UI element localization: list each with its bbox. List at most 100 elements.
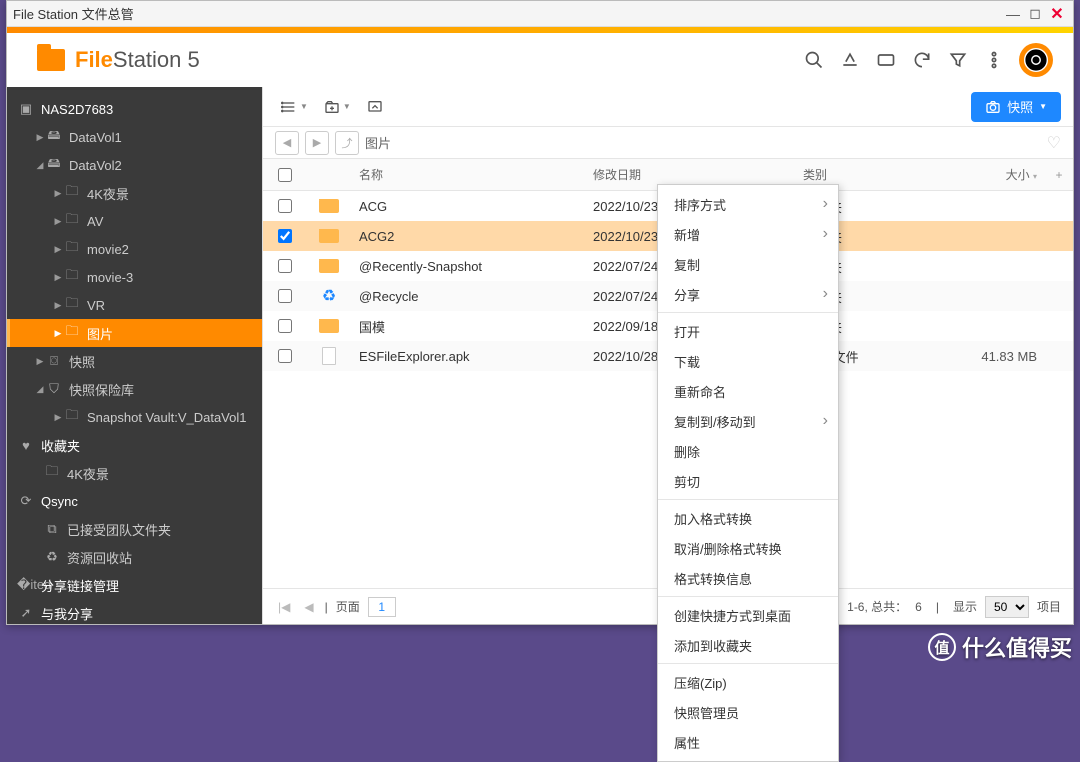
- row-checkbox[interactable]: [278, 199, 292, 213]
- filter-button[interactable]: [943, 45, 973, 75]
- window-title: File Station 文件总管: [13, 4, 134, 23]
- col-size[interactable]: 大小: [1006, 168, 1030, 182]
- row-checkbox[interactable]: [278, 319, 292, 333]
- file-name: 国模: [351, 317, 585, 336]
- vault-item[interactable]: ◢⛉快照保险库: [7, 375, 262, 403]
- heart-icon: ♥: [17, 438, 35, 453]
- sidebar: ▣ NAS2D7683 ▶ 🖴 DataVol1 ◢ 🖴 DataVol2 ▶🗀…: [7, 87, 262, 624]
- nav-forward-button[interactable]: ▶: [305, 131, 329, 155]
- create-button[interactable]: ▼: [318, 93, 357, 121]
- menu-item[interactable]: 复制: [658, 249, 838, 279]
- folder-icon: 🗀: [63, 238, 81, 260]
- camera-icon: ⌼: [45, 353, 63, 369]
- menu-item[interactable]: 快照管理员: [658, 697, 838, 727]
- col-name[interactable]: 名称: [351, 166, 585, 183]
- qsync-team[interactable]: ⧉已接受团队文件夹: [7, 515, 262, 543]
- shared-with-me[interactable]: ➚与我分享: [7, 599, 262, 624]
- search-button[interactable]: [799, 45, 829, 75]
- row-checkbox[interactable]: [278, 229, 292, 243]
- team-icon: ⧉: [43, 521, 61, 537]
- volume-item[interactable]: ▶ 🖴 DataVol1: [7, 123, 262, 151]
- folder-item[interactable]: ▶🗀4K夜景: [7, 179, 262, 207]
- close-button[interactable]: ✕: [1047, 4, 1067, 24]
- col-date[interactable]: 修改日期: [585, 166, 795, 183]
- caret-right-icon: ▶: [35, 132, 45, 143]
- folder-icon: [319, 319, 339, 333]
- page-input[interactable]: [368, 597, 396, 617]
- menu-item[interactable]: 添加到收藏夹: [658, 630, 838, 660]
- context-menu: 排序方式新增复制分享打开下载重新命名复制到/移动到删除剪切加入格式转换取消/删除…: [657, 184, 839, 762]
- snapshot-button[interactable]: 快照▼: [971, 92, 1061, 122]
- minimize-button[interactable]: —: [1003, 4, 1023, 24]
- col-type[interactable]: 类别: [795, 166, 945, 183]
- favorites-heading[interactable]: ♥收藏夹: [7, 431, 262, 459]
- menu-item[interactable]: 压缩(Zip): [658, 667, 838, 697]
- nav-up-button[interactable]: ⤴: [335, 131, 359, 155]
- first-page-button[interactable]: |◀: [275, 600, 293, 614]
- add-column-button[interactable]: +: [1045, 168, 1073, 182]
- users-icon: ➚: [17, 605, 35, 621]
- qsync-heading[interactable]: ⟳Qsync: [7, 487, 262, 515]
- folder-icon: 🗀: [63, 322, 81, 344]
- breadcrumb-path[interactable]: 图片: [365, 133, 391, 152]
- folder-item[interactable]: ▶🗀AV: [7, 207, 262, 235]
- row-checkbox[interactable]: [278, 259, 292, 273]
- nav-back-button[interactable]: ◀: [275, 131, 299, 155]
- menu-item[interactable]: 属性: [658, 727, 838, 757]
- menu-item[interactable]: 创建快捷方式到桌面: [658, 600, 838, 630]
- menu-item[interactable]: 加入格式转换: [658, 503, 838, 533]
- upload-button[interactable]: [361, 93, 389, 121]
- snapshot-item[interactable]: ▶⌼快照: [7, 347, 262, 375]
- menu-item[interactable]: 取消/删除格式转换: [658, 533, 838, 563]
- menu-item[interactable]: 格式转换信息: [658, 563, 838, 593]
- file-name: @Recently-Snapshot: [351, 259, 585, 274]
- remote-mount-button[interactable]: [871, 45, 901, 75]
- menu-item[interactable]: 剪切: [658, 466, 838, 496]
- file-size: 41.83 MB: [945, 349, 1045, 364]
- nas-root[interactable]: ▣ NAS2D7683: [7, 95, 262, 123]
- breadcrumb: ◀ ▶ ⤴ 图片 ♡: [263, 127, 1073, 159]
- maximize-button[interactable]: ◻: [1025, 4, 1045, 24]
- menu-item[interactable]: 分享: [658, 279, 838, 309]
- app-logo: FileStation 5: [37, 47, 200, 73]
- page-label: 页面: [336, 598, 360, 615]
- row-checkbox[interactable]: [278, 349, 292, 363]
- refresh-button[interactable]: [907, 45, 937, 75]
- favorite-toggle[interactable]: ♡: [1047, 133, 1061, 153]
- file-name: @Recycle: [351, 289, 585, 304]
- menu-item[interactable]: 删除: [658, 436, 838, 466]
- media-viewer-button[interactable]: [1019, 43, 1053, 77]
- menu-item[interactable]: 重新命名: [658, 376, 838, 406]
- view-mode-button[interactable]: ▼: [275, 93, 314, 121]
- recycle-icon: ♻: [322, 286, 336, 306]
- vault-child[interactable]: ▶🗀Snapshot Vault:V_DataVol1: [7, 403, 262, 431]
- nas-icon: ▣: [17, 101, 35, 117]
- qsync-recycle[interactable]: ♻资源回收站: [7, 543, 262, 571]
- folder-item[interactable]: ▶🗀movie-3: [7, 263, 262, 291]
- app-name-b: Station 5: [113, 47, 200, 72]
- folder-icon: 🗀: [63, 294, 81, 316]
- prev-page-button[interactable]: ◀: [301, 600, 316, 614]
- more-button[interactable]: [979, 45, 1009, 75]
- share-link-mgmt[interactable]: �ited分享链接管理: [7, 571, 262, 599]
- folder-item-active[interactable]: ▶🗀图片: [7, 319, 262, 347]
- menu-item[interactable]: 打开: [658, 316, 838, 346]
- file-name: ACG: [351, 199, 585, 214]
- volume-item[interactable]: ◢ 🖴 DataVol2: [7, 151, 262, 179]
- smart-share-button[interactable]: [835, 45, 865, 75]
- titlebar[interactable]: File Station 文件总管 — ◻ ✕: [7, 1, 1073, 27]
- row-checkbox[interactable]: [278, 289, 292, 303]
- folder-icon: 🗀: [43, 462, 61, 484]
- folder-item[interactable]: ▶🗀movie2: [7, 235, 262, 263]
- toolbar: ▼ ▼ 快照▼: [263, 87, 1073, 127]
- watermark-icon: 值: [928, 633, 956, 661]
- select-all-checkbox[interactable]: [278, 168, 292, 182]
- folder-icon: 🗀: [63, 406, 81, 428]
- menu-item[interactable]: 新增: [658, 219, 838, 249]
- folder-item[interactable]: ▶🗀VR: [7, 291, 262, 319]
- menu-item[interactable]: 排序方式: [658, 189, 838, 219]
- menu-item[interactable]: 下载: [658, 346, 838, 376]
- favorite-item[interactable]: 🗀4K夜景: [7, 459, 262, 487]
- page-size-select[interactable]: 50: [985, 596, 1029, 618]
- menu-item[interactable]: 复制到/移动到: [658, 406, 838, 436]
